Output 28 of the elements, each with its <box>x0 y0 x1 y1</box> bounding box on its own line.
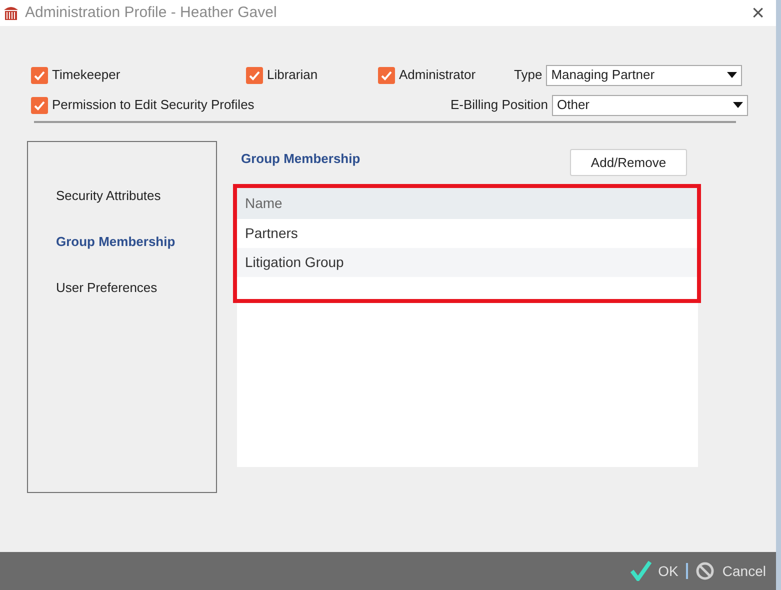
ok-button[interactable]: OK <box>630 560 678 582</box>
checkbox[interactable] <box>378 66 395 84</box>
cancel-button[interactable]: Cancel <box>696 560 766 582</box>
checkbox[interactable] <box>246 66 263 84</box>
checkbox-label[interactable]: Permission to Edit Security Profiles <box>52 95 254 115</box>
dropdown[interactable]: Managing Partner <box>546 64 742 86</box>
caret-icon <box>727 72 738 78</box>
dropdown[interactable]: Other <box>552 94 748 116</box>
field-label: E-Billing Position <box>450 96 548 114</box>
close-button[interactable]: × <box>743 2 773 24</box>
field-label: Type <box>514 66 542 84</box>
checkbox-label[interactable]: Librarian <box>267 65 318 85</box>
sidebar-item[interactable]: Security Attributes <box>56 186 216 206</box>
prohibited-icon <box>696 562 714 580</box>
section-title: Group Membership <box>240 150 360 168</box>
checkbox-label[interactable]: Administrator <box>399 65 476 85</box>
checkbox-label[interactable]: Timekeeper <box>52 65 120 85</box>
sidebar-item[interactable]: User Preferences <box>56 278 216 298</box>
table-cell[interactable]: Litigation Group <box>237 248 698 277</box>
add-remove-button[interactable]: Add/Remove <box>570 149 687 176</box>
column-header: Name <box>237 187 698 219</box>
sidebar-item[interactable]: Group Membership <box>56 232 216 252</box>
building-icon <box>3 5 19 21</box>
checkmark-icon <box>630 561 652 581</box>
checkbox[interactable] <box>31 66 48 84</box>
window-title: Administration Profile - Heather Gavel <box>25 2 278 23</box>
checkbox[interactable] <box>31 96 48 114</box>
caret-icon <box>733 102 743 108</box>
